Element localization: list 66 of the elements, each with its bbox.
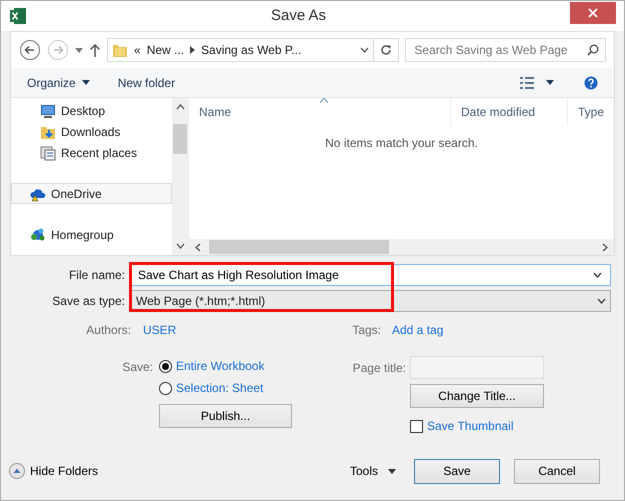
help-icon[interactable] xyxy=(584,76,598,90)
scroll-up-icon xyxy=(176,104,184,110)
refresh-icon xyxy=(380,44,392,56)
folder-icon xyxy=(112,42,128,58)
scroll-left-icon xyxy=(195,242,201,252)
sidebar-item[interactable]: Recent places xyxy=(11,142,172,163)
empty-message: No items match your search. xyxy=(325,136,478,150)
file-type-dropdown[interactable]: Web Page (*.htm;*.html) xyxy=(131,290,611,312)
page-title-label: Page title: xyxy=(352,360,406,377)
breadcrumb-item[interactable]: Saving as Web P... xyxy=(201,41,302,59)
new-folder-button[interactable]: New folder xyxy=(118,74,176,92)
change-title-button[interactable]: Change Title... xyxy=(410,384,544,408)
monitor-icon xyxy=(40,102,56,118)
cancel-button[interactable]: Cancel xyxy=(514,458,600,484)
sidebar-item[interactable]: Desktop xyxy=(11,100,172,121)
file-name-label: File name: xyxy=(68,266,126,284)
network-icon xyxy=(30,226,46,242)
chevron-right-icon xyxy=(190,46,196,54)
scroll-right-icon xyxy=(602,242,608,252)
address-bar[interactable]: « New ... Saving as Web P... xyxy=(107,38,374,62)
organize-menu[interactable]: Organize xyxy=(27,74,90,92)
search-field[interactable]: Search Saving as Web Page xyxy=(405,38,606,62)
authors-link[interactable]: USER xyxy=(143,321,343,339)
scroll-thumb[interactable] xyxy=(209,240,389,254)
column-header[interactable]: Date modified xyxy=(451,98,568,126)
caret-down-icon xyxy=(388,468,396,474)
caret-down-icon[interactable] xyxy=(546,80,554,85)
tags-label: Tags: xyxy=(351,322,381,339)
dropdown-caret-icon[interactable] xyxy=(360,47,369,53)
up-arrow-icon[interactable] xyxy=(89,43,101,57)
column-header[interactable]: Name xyxy=(189,98,451,126)
sidebar-item[interactable]: Homegroup xyxy=(11,224,172,245)
dropdown-caret-icon[interactable] xyxy=(597,298,606,304)
save-option-radio[interactable]: Entire Workbook xyxy=(159,356,292,376)
close-button[interactable] xyxy=(570,2,616,24)
sidebar-item[interactable]: Downloads xyxy=(11,121,172,142)
sidebar-item[interactable]: OneDrive xyxy=(11,183,172,204)
publish-button[interactable]: Publish... xyxy=(159,404,292,428)
save-as-type-label: Save as type: xyxy=(51,292,126,310)
breadcrumb-item[interactable]: New ... xyxy=(146,41,184,59)
tools-menu[interactable]: Tools xyxy=(350,462,396,480)
hide-folders-button[interactable]: Hide Folders xyxy=(9,462,98,480)
search-icon xyxy=(587,44,599,56)
save-label: Save: xyxy=(121,359,153,376)
column-header[interactable]: Type xyxy=(568,98,610,126)
view-list-icon[interactable] xyxy=(520,76,534,88)
scroll-down-icon xyxy=(176,243,184,249)
sort-ascending-icon xyxy=(320,98,328,103)
authors-label: Authors: xyxy=(85,322,131,339)
scroll-thumb[interactable] xyxy=(173,124,187,154)
breadcrumb-overflow[interactable]: « xyxy=(134,41,141,59)
window-title: Save As xyxy=(270,6,328,26)
recent-places-icon xyxy=(40,144,56,160)
spreadsheet-app-icon xyxy=(9,7,27,25)
refresh-button[interactable] xyxy=(374,38,400,62)
caret-down-icon xyxy=(82,80,90,85)
back-icon[interactable] xyxy=(19,39,41,61)
file-name-field[interactable]: Save Chart as High Resolution Image xyxy=(131,264,611,286)
save-thumbnail-checkbox[interactable]: Save Thumbnail xyxy=(410,417,544,435)
horizontal-scrollbar[interactable] xyxy=(189,239,614,255)
save-button[interactable]: Save xyxy=(414,458,500,484)
save-option-radio[interactable]: Selection: Sheet xyxy=(159,378,292,398)
vertical-scrollbar[interactable] xyxy=(172,98,188,255)
add-tag-link[interactable]: Add a tag xyxy=(392,321,444,339)
collapse-up-icon xyxy=(9,463,25,479)
close-icon xyxy=(588,8,598,18)
